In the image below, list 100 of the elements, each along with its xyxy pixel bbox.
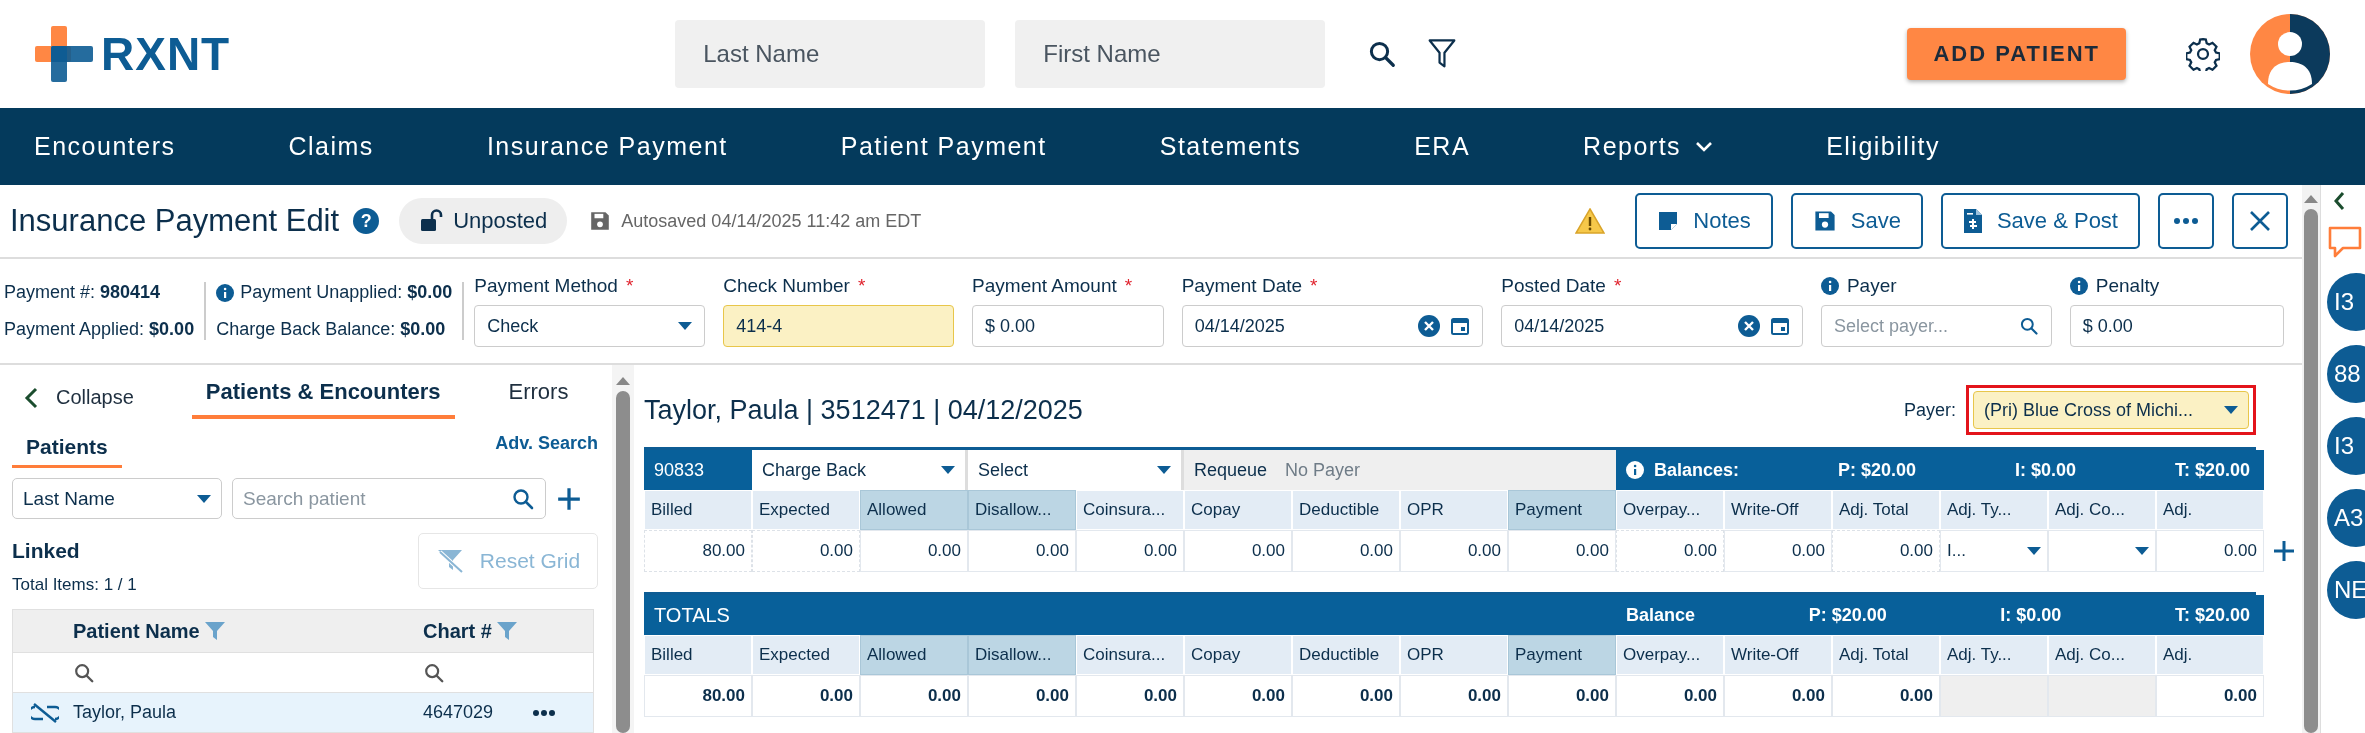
add-patient-button[interactable]: ADD PATIENT (1907, 28, 2126, 80)
panel-tab[interactable]: Errors (494, 379, 583, 419)
user-initials-badge[interactable]: 88 (2327, 345, 2365, 403)
user-initials-badge[interactable]: I3 (2327, 417, 2365, 475)
date-field[interactable]: 04/14/2025 (1501, 305, 1803, 347)
collapse-link[interactable]: Collapse (12, 386, 134, 419)
column-header[interactable]: Chart # (423, 619, 492, 643)
user-initials-badge[interactable]: I3 (2327, 273, 2365, 331)
column-header[interactable]: Patient Name (73, 619, 200, 643)
summary-text: Payment Unapplied: $0.00 (240, 282, 453, 303)
column-header: Adj. Co... (2048, 490, 2156, 530)
nav-tab[interactable]: Claims (253, 108, 412, 185)
save-button[interactable]: Save (1790, 193, 1923, 249)
payment-method-select[interactable]: Check (474, 305, 706, 347)
table-cell: 0.00 (1724, 530, 1832, 572)
close-button[interactable] (2232, 193, 2288, 249)
chevron-left-icon[interactable] (2333, 191, 2345, 211)
clear-icon[interactable] (1737, 315, 1760, 337)
balance-label: Balance (1626, 604, 1696, 626)
search-by-select[interactable]: Last Name (12, 478, 222, 519)
user-initials-badge[interactable]: A3 (2327, 489, 2365, 547)
column-header: Coinsura... (1076, 490, 1184, 530)
nav-tab[interactable]: Insurance Payment (451, 108, 766, 185)
field-label: Posted Date (1501, 275, 1606, 297)
search-icon[interactable] (1367, 39, 1398, 69)
column-header: Adj. Ty... (1940, 490, 2048, 530)
column-header: Adj. Ty... (1940, 635, 2048, 675)
caret-icon (2224, 406, 2238, 414)
input-field[interactable]: 414-4 (723, 305, 955, 347)
warning-icon (1575, 208, 1606, 234)
more-dots-icon[interactable] (533, 709, 555, 716)
table-cell: 80.00 (644, 675, 752, 717)
nav-tab[interactable]: Eligibility (1791, 108, 1978, 185)
clear-icon[interactable] (1418, 315, 1441, 337)
notes-button[interactable]: Notes (1635, 193, 1773, 249)
settings-icon[interactable] (2186, 37, 2220, 71)
dollar-document-icon (1962, 208, 1983, 234)
calendar-icon[interactable] (1450, 316, 1471, 336)
plus-icon[interactable] (2272, 539, 2296, 563)
table-cell-text: 4647029 (423, 702, 495, 723)
column-header: Payment (1508, 490, 1616, 530)
input-field[interactable]: $ 0.00 (2069, 305, 2284, 347)
advanced-search-link[interactable]: Adv. Search (495, 433, 598, 454)
chevron-down-icon (1695, 140, 1714, 153)
more-button[interactable] (2158, 193, 2214, 249)
table-cell: 0.00 (968, 530, 1076, 572)
info-icon (2069, 277, 2088, 295)
scroll-up-arrow-icon[interactable] (2304, 195, 2318, 203)
unlink-icon[interactable] (31, 702, 59, 723)
chevron-left-icon (24, 386, 38, 409)
cell-select[interactable] (2048, 530, 2156, 572)
search-icon[interactable] (2018, 316, 2039, 336)
sticky-note-icon (1657, 210, 1680, 232)
cell-select[interactable]: I... (1940, 530, 2048, 572)
cross-logo-icon (35, 26, 95, 82)
column-header: Coinsura... (1076, 635, 1184, 675)
column-header: Overpay... (1616, 635, 1724, 675)
column-header: Adj. Total (1832, 490, 1940, 530)
table-cell: 0.00 (1400, 675, 1508, 717)
avatar-icon[interactable] (2250, 14, 2330, 94)
search-icon[interactable] (73, 661, 95, 684)
table-cell: 0.00 (1724, 675, 1832, 717)
scrollbar-thumb[interactable] (2304, 209, 2318, 733)
patients-tab[interactable]: Patients (12, 435, 122, 468)
table-cell: 0.00 (1076, 530, 1184, 572)
nav-tab[interactable]: Patient Payment (805, 108, 1085, 185)
requeue-label: Requeue (1194, 459, 1268, 481)
column-header: Payment (1508, 635, 1616, 675)
search-icon[interactable] (423, 661, 445, 684)
payer-select[interactable]: (Pri) Blue Cross of Michi... (1966, 385, 2256, 435)
chat-icon[interactable] (2327, 225, 2363, 259)
table-cell: 0.00 (1832, 530, 1940, 572)
table-cell: 0.00 (1184, 530, 1292, 572)
nav-tab[interactable]: ERA (1379, 108, 1509, 185)
name-search-field[interactable]: First Name (1015, 20, 1326, 88)
section-heading: Linked (12, 539, 81, 563)
summary-text: Payment Applied: $0.00 (4, 319, 195, 340)
date-field[interactable]: 04/14/2025 (1181, 305, 1484, 347)
name-search-field[interactable]: Last Name (675, 20, 986, 88)
caret-icon (197, 494, 211, 503)
save-and-post-button[interactable]: Save & Post (1940, 193, 2140, 249)
input-field[interactable]: $ 0.00 (972, 305, 1164, 347)
patient-row[interactable]: Taylor, Paula 4647029 (13, 692, 593, 732)
nav-tab[interactable]: Statements (1124, 108, 1340, 185)
summary-text: Charge Back Balance: $0.00 (216, 319, 446, 340)
filter-icon[interactable] (1427, 38, 1458, 70)
nav-tab[interactable]: Reports (1548, 108, 1752, 185)
scrollbar-thumb[interactable] (616, 391, 630, 733)
scroll-up-arrow-icon[interactable] (616, 377, 630, 385)
column-header: Copay (1184, 490, 1292, 530)
balance-amount: P: $20.00 (1837, 459, 1917, 481)
panel-tab[interactable]: Patients & Encounters (191, 379, 455, 419)
search-icon[interactable] (511, 486, 535, 511)
column-header: Deductible (1292, 490, 1400, 530)
nav-tab[interactable]: Encounters (0, 108, 214, 185)
plus-icon[interactable] (556, 485, 582, 512)
table-cell: 0.00 (1400, 530, 1508, 572)
calendar-icon[interactable] (1769, 316, 1790, 336)
table-cell-text: Taylor, Paula (73, 702, 178, 723)
help-icon[interactable]: ? (353, 208, 380, 234)
